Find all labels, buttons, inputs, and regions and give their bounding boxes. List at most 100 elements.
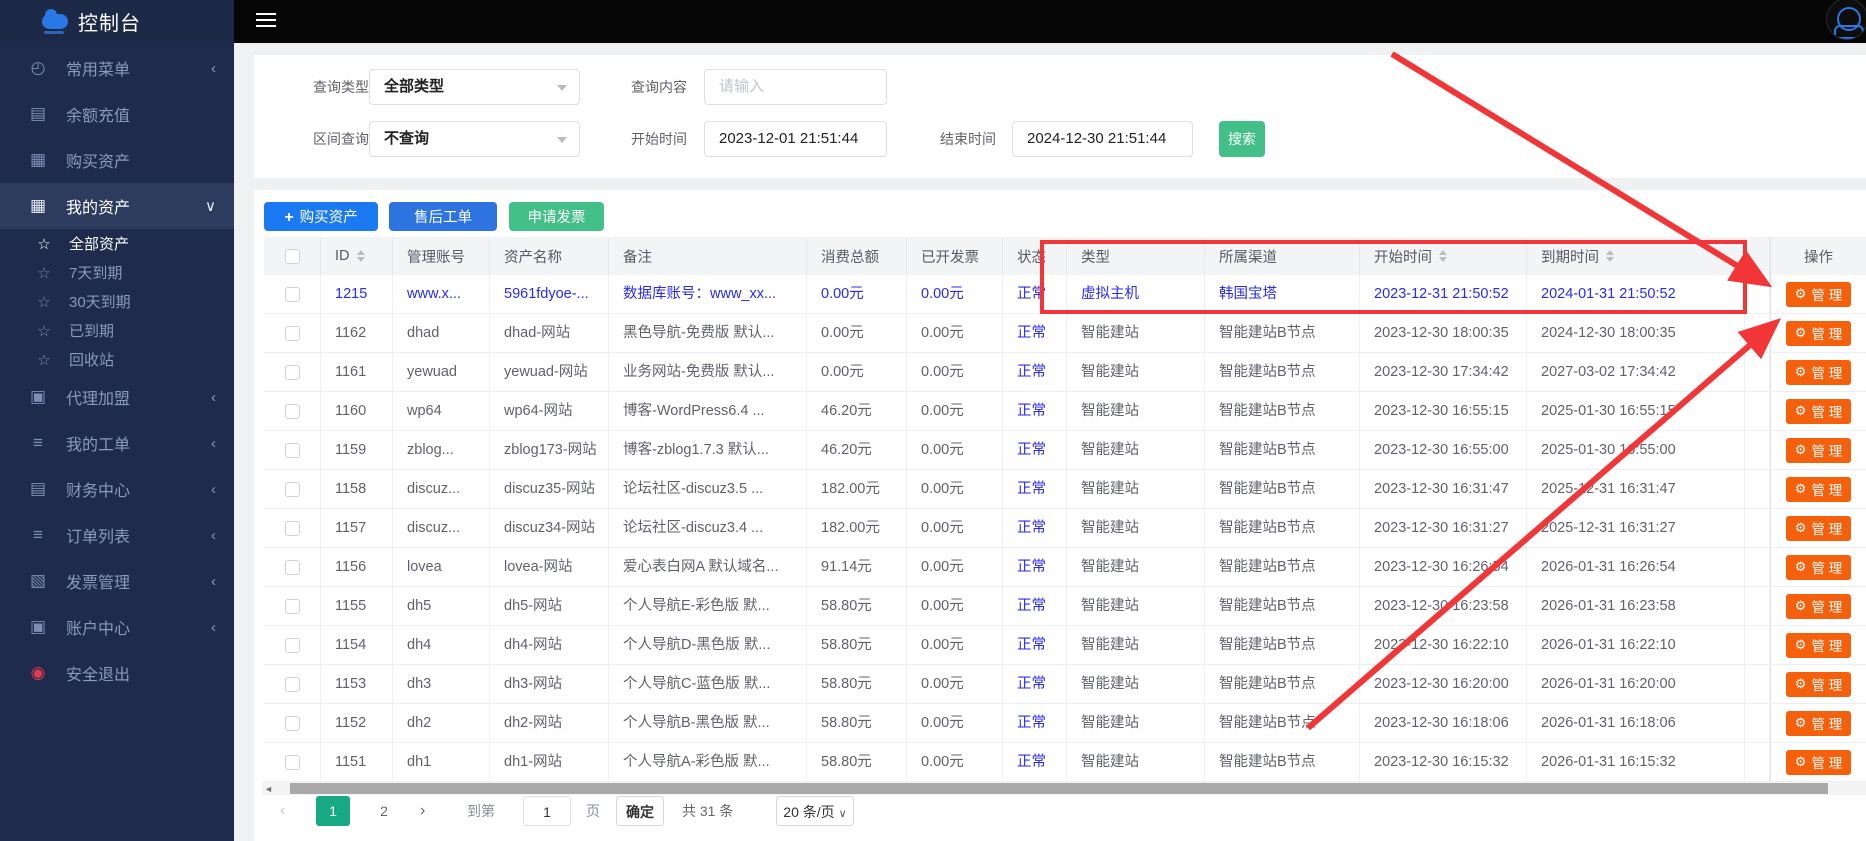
manage-button[interactable]: ⚙管 理 bbox=[1786, 477, 1851, 502]
row-checkbox[interactable] bbox=[285, 443, 300, 458]
manage-button[interactable]: ⚙管 理 bbox=[1786, 750, 1851, 775]
row-checkbox[interactable] bbox=[285, 755, 300, 770]
manage-button[interactable]: ⚙管 理 bbox=[1786, 711, 1851, 736]
manage-button[interactable]: ⚙管 理 bbox=[1786, 360, 1851, 385]
cell-account: wp64 bbox=[393, 392, 490, 430]
buy-asset-button[interactable]: +购买资产 bbox=[264, 202, 378, 231]
sidebar-item-财务中心[interactable]: ▤财务中心‹ bbox=[0, 466, 234, 512]
manage-button[interactable]: ⚙管 理 bbox=[1786, 555, 1851, 580]
cell-spacer bbox=[1745, 275, 1770, 313]
cell-account: dh2 bbox=[393, 704, 490, 742]
manage-button[interactable]: ⚙管 理 bbox=[1786, 516, 1851, 541]
sidebar-item-发票管理[interactable]: ▧发票管理‹ bbox=[0, 558, 234, 604]
hamburger-menu-icon[interactable] bbox=[256, 13, 276, 29]
cell-status: 正常 bbox=[1003, 353, 1067, 391]
sort-icon[interactable] bbox=[357, 250, 365, 262]
cell-invoiced: 0.00元 bbox=[907, 626, 1003, 664]
cell-account: dh4 bbox=[393, 626, 490, 664]
sidebar-item-7天到期[interactable]: ☆7天到期 bbox=[0, 258, 234, 287]
sidebar-item-订单列表[interactable]: ≡订单列表‹ bbox=[0, 512, 234, 558]
cell-total-spend: 58.80元 bbox=[807, 704, 907, 742]
star-icon: ☆ bbox=[32, 264, 56, 282]
sidebar-item-我的工单[interactable]: ≡我的工单‹ bbox=[0, 420, 234, 466]
row-checkbox[interactable] bbox=[285, 560, 300, 575]
search-button[interactable]: 搜索 bbox=[1219, 121, 1265, 157]
column-header-类型: 类型 bbox=[1067, 237, 1205, 275]
goto-page-input[interactable]: 1 bbox=[523, 796, 571, 826]
scrollbar-thumb[interactable] bbox=[290, 783, 1828, 794]
row-checkbox[interactable] bbox=[285, 677, 300, 692]
range-query-select[interactable]: 不查询 bbox=[369, 121, 580, 157]
cell-select bbox=[264, 392, 321, 430]
sidebar-item-账户中心[interactable]: ▣账户中心‹ bbox=[0, 604, 234, 650]
manage-button[interactable]: ⚙管 理 bbox=[1786, 321, 1851, 346]
manage-button[interactable]: ⚙管 理 bbox=[1786, 633, 1851, 658]
page-button-1[interactable]: 1 bbox=[316, 796, 350, 826]
column-header-到期时间[interactable]: 到期时间 bbox=[1527, 237, 1745, 275]
row-checkbox[interactable] bbox=[285, 365, 300, 380]
sidebar-item-label: 全部资产 bbox=[69, 233, 216, 254]
cell-start-time: 2023-12-30 16:18:06 bbox=[1360, 704, 1527, 742]
request-invoice-button[interactable]: 申请发票 bbox=[509, 202, 604, 231]
table-row: 1215www.x...5961fdyoe-...数据库账号：www_xx...… bbox=[264, 275, 1866, 314]
horizontal-scrollbar[interactable]: ◄ bbox=[262, 782, 1866, 795]
manage-button[interactable]: ⚙管 理 bbox=[1786, 438, 1851, 463]
manage-button[interactable]: ⚙管 理 bbox=[1786, 594, 1851, 619]
cell-action: ⚙管 理 bbox=[1770, 470, 1866, 508]
query-type-select[interactable]: 全部类型 bbox=[369, 69, 580, 105]
end-time-input[interactable]: 2024-12-30 21:51:44 bbox=[1012, 121, 1193, 157]
cell-action: ⚙管 理 bbox=[1770, 509, 1866, 547]
row-checkbox[interactable] bbox=[285, 599, 300, 614]
sidebar-item-回收站[interactable]: ☆回收站 bbox=[0, 345, 234, 374]
page-size-select[interactable]: 20 条/页∨ bbox=[776, 796, 854, 826]
sidebar-item-label: 代理加盟 bbox=[66, 385, 211, 409]
row-checkbox[interactable] bbox=[285, 404, 300, 419]
user-avatar[interactable] bbox=[1826, 0, 1866, 40]
sidebar-item-代理加盟[interactable]: ▣代理加盟‹ bbox=[0, 374, 234, 420]
sort-icon[interactable] bbox=[1606, 250, 1614, 262]
table-body: 1215www.x...5961fdyoe-...数据库账号：www_xx...… bbox=[264, 275, 1866, 782]
page-button-2[interactable]: 2 bbox=[374, 796, 394, 826]
sidebar-item-label: 已到期 bbox=[69, 320, 216, 341]
sidebar-item-我的资产[interactable]: ▦我的资产∨ bbox=[0, 183, 234, 229]
plus-icon: + bbox=[284, 209, 293, 226]
manage-button[interactable]: ⚙管 理 bbox=[1786, 282, 1851, 307]
row-checkbox[interactable] bbox=[285, 638, 300, 653]
sidebar-item-30天到期[interactable]: ☆30天到期 bbox=[0, 287, 234, 316]
next-page-button[interactable]: › bbox=[420, 796, 425, 826]
row-checkbox[interactable] bbox=[285, 716, 300, 731]
aftersale-ticket-button[interactable]: 售后工单 bbox=[389, 202, 497, 231]
column-header-开始时间[interactable]: 开始时间 bbox=[1360, 237, 1527, 275]
sidebar-item-已到期[interactable]: ☆已到期 bbox=[0, 316, 234, 345]
prev-page-button[interactable]: ‹ bbox=[280, 796, 285, 826]
row-checkbox[interactable] bbox=[285, 326, 300, 341]
cell-type: 智能建站 bbox=[1067, 704, 1205, 742]
sidebar-item-余额充值[interactable]: ▤余额充值 bbox=[0, 91, 234, 137]
scroll-left-arrow-icon[interactable]: ◄ bbox=[264, 784, 273, 794]
cell-select bbox=[264, 509, 321, 547]
sidebar-item-全部资产[interactable]: ☆全部资产 bbox=[0, 229, 234, 258]
cell-total-spend: 0.00元 bbox=[807, 353, 907, 391]
chevron-icon: ‹ bbox=[211, 573, 216, 590]
query-content-input[interactable]: 请输入 bbox=[704, 69, 887, 105]
row-checkbox[interactable] bbox=[285, 521, 300, 536]
cell-invoiced: 0.00元 bbox=[907, 587, 1003, 625]
sidebar: 控制台 ◴常用菜单‹▤余额充值▦购买资产▦我的资产∨☆全部资产☆7天到期☆30天… bbox=[0, 0, 234, 841]
cell-end-time: 2026-01-31 16:23:58 bbox=[1527, 587, 1745, 625]
start-time-input[interactable]: 2023-12-01 21:51:44 bbox=[704, 121, 887, 157]
manage-button[interactable]: ⚙管 理 bbox=[1786, 399, 1851, 424]
confirm-page-button[interactable]: 确定 bbox=[616, 796, 664, 826]
sidebar-item-购买资产[interactable]: ▦购买资产 bbox=[0, 137, 234, 183]
column-header-ID[interactable]: ID bbox=[321, 237, 393, 275]
select-all-checkbox[interactable] bbox=[285, 249, 300, 264]
row-checkbox[interactable] bbox=[285, 482, 300, 497]
sidebar-item-常用菜单[interactable]: ◴常用菜单‹ bbox=[0, 45, 234, 91]
manage-button[interactable]: ⚙管 理 bbox=[1786, 672, 1851, 697]
cell-end-time: 2025-01-30 16:55:00 bbox=[1527, 431, 1745, 469]
cell-end-time: 2025-12-31 16:31:47 bbox=[1527, 470, 1745, 508]
cell-start-time: 2023-12-30 17:34:42 bbox=[1360, 353, 1527, 391]
sidebar-item-安全退出[interactable]: ◉安全退出 bbox=[0, 650, 234, 696]
cell-note: 个人导航E-彩色版 默... bbox=[609, 587, 807, 625]
row-checkbox[interactable] bbox=[285, 287, 300, 302]
sort-icon[interactable] bbox=[1439, 250, 1447, 262]
